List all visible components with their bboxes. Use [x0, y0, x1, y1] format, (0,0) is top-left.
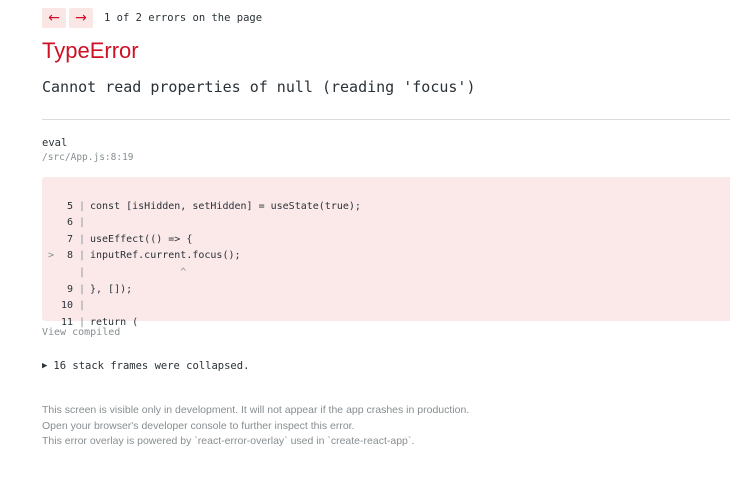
next-error-button[interactable]: →	[69, 8, 93, 28]
arrow-right-icon: →	[75, 10, 87, 26]
code-line: 6 |	[42, 199, 730, 228]
code-line-highlighted: >8 | inputRef.current.focus();	[42, 232, 730, 261]
stack-frame-function: eval	[42, 137, 68, 149]
error-counter: 1 of 2 errors on the page	[104, 12, 263, 24]
stack-frame-location-link[interactable]: /src/App.js:8:19	[42, 152, 134, 163]
code-line: 10 |	[42, 282, 730, 311]
error-type-heading: TypeError	[42, 38, 139, 63]
footer-line: This error overlay is powered by `react-…	[42, 435, 415, 447]
view-compiled-link[interactable]: View compiled	[42, 327, 120, 338]
previous-error-button[interactable]: ←	[42, 8, 66, 28]
error-message: Cannot read properties of null (reading …	[42, 78, 476, 96]
code-line: 11 | return (	[42, 298, 730, 328]
footer-note: This screen is visible only in developme…	[42, 403, 469, 450]
divider	[42, 119, 730, 120]
footer-line: Open your browser's developer console to…	[42, 419, 355, 432]
code-line: 9 |}, []);	[42, 265, 730, 295]
footer-line: This screen is visible only in developme…	[42, 404, 470, 416]
arrow-left-icon: ←	[48, 10, 60, 26]
collapsed-frames-label: 16 stack frames were collapsed.	[53, 360, 250, 372]
expand-triangle-icon: ▶	[42, 361, 48, 371]
code-snippet: 5 | const [isHidden, setHidden] = useState…	[42, 177, 730, 328]
collapsed-frames-toggle[interactable]: ▶ 16 stack frames were collapsed.	[42, 360, 249, 372]
code-line: 7 | useEffect(() => {	[42, 215, 730, 245]
code-caret-line: | ^	[42, 248, 730, 278]
code-line: 5 | const [isHidden, setHidden] = useState…	[42, 182, 730, 212]
error-navigation: ← → 1 of 2 errors on the page	[42, 8, 262, 28]
